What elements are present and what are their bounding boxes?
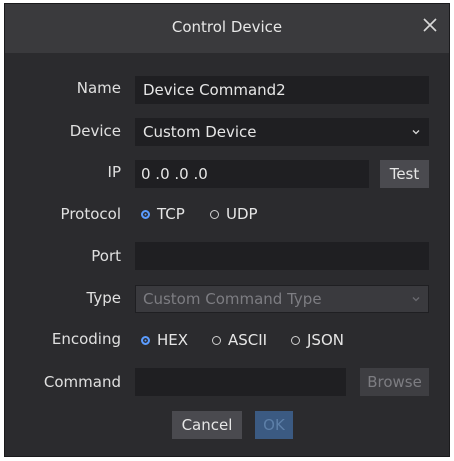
name-label: Name — [76, 79, 121, 97]
radio-selected-icon — [141, 335, 150, 345]
protocol-label: Protocol — [60, 205, 121, 223]
protocol-udp-radio[interactable]: UDP — [210, 204, 258, 224]
type-select-value: Custom Command Type — [143, 290, 322, 308]
encoding-hex-label: HEX — [157, 331, 189, 349]
device-select[interactable]: Custom Device — [135, 118, 429, 146]
chevron-down-icon — [412, 297, 420, 302]
protocol-radio-group: TCP UDP — [135, 204, 435, 224]
control-device-dialog: Control Device Name Device Command2 Devi… — [4, 3, 450, 457]
encoding-ascii-label: ASCII — [228, 331, 268, 349]
ip-label: IP — [107, 163, 121, 181]
test-button[interactable]: Test — [380, 160, 429, 188]
type-select[interactable]: Custom Command Type — [135, 285, 429, 313]
command-label: Command — [43, 373, 121, 391]
radio-selected-icon — [141, 209, 150, 219]
name-input[interactable]: Device Command2 — [135, 76, 429, 104]
port-input[interactable] — [135, 242, 429, 270]
dialog-title: Control Device — [171, 18, 283, 36]
command-input[interactable] — [135, 368, 346, 396]
protocol-udp-label: UDP — [226, 205, 258, 223]
dialog-titlebar: Control Device — [5, 4, 449, 53]
port-label: Port — [91, 247, 121, 265]
radio-unselected-icon — [291, 335, 300, 345]
radio-unselected-icon — [212, 335, 221, 345]
close-icon[interactable] — [421, 16, 439, 34]
cancel-button[interactable]: Cancel — [172, 411, 242, 439]
encoding-ascii-radio[interactable]: ASCII — [212, 330, 267, 350]
encoding-hex-radio[interactable]: HEX — [141, 330, 188, 350]
ok-button[interactable]: OK — [255, 411, 293, 439]
chevron-down-icon — [412, 130, 420, 135]
device-label: Device — [69, 122, 121, 140]
radio-unselected-icon — [210, 209, 219, 219]
type-label: Type — [86, 289, 121, 307]
protocol-tcp-label: TCP — [157, 205, 185, 223]
protocol-tcp-radio[interactable]: TCP — [141, 204, 185, 224]
browse-button[interactable]: Browse — [360, 368, 429, 396]
encoding-radio-group: HEX ASCII JSON — [135, 330, 435, 350]
device-select-value: Custom Device — [143, 123, 257, 141]
encoding-label: Encoding — [51, 330, 121, 348]
encoding-json-radio[interactable]: JSON — [291, 330, 344, 350]
ip-input[interactable]: 0 .0 .0 .0 — [135, 160, 369, 188]
encoding-json-label: JSON — [307, 331, 344, 349]
